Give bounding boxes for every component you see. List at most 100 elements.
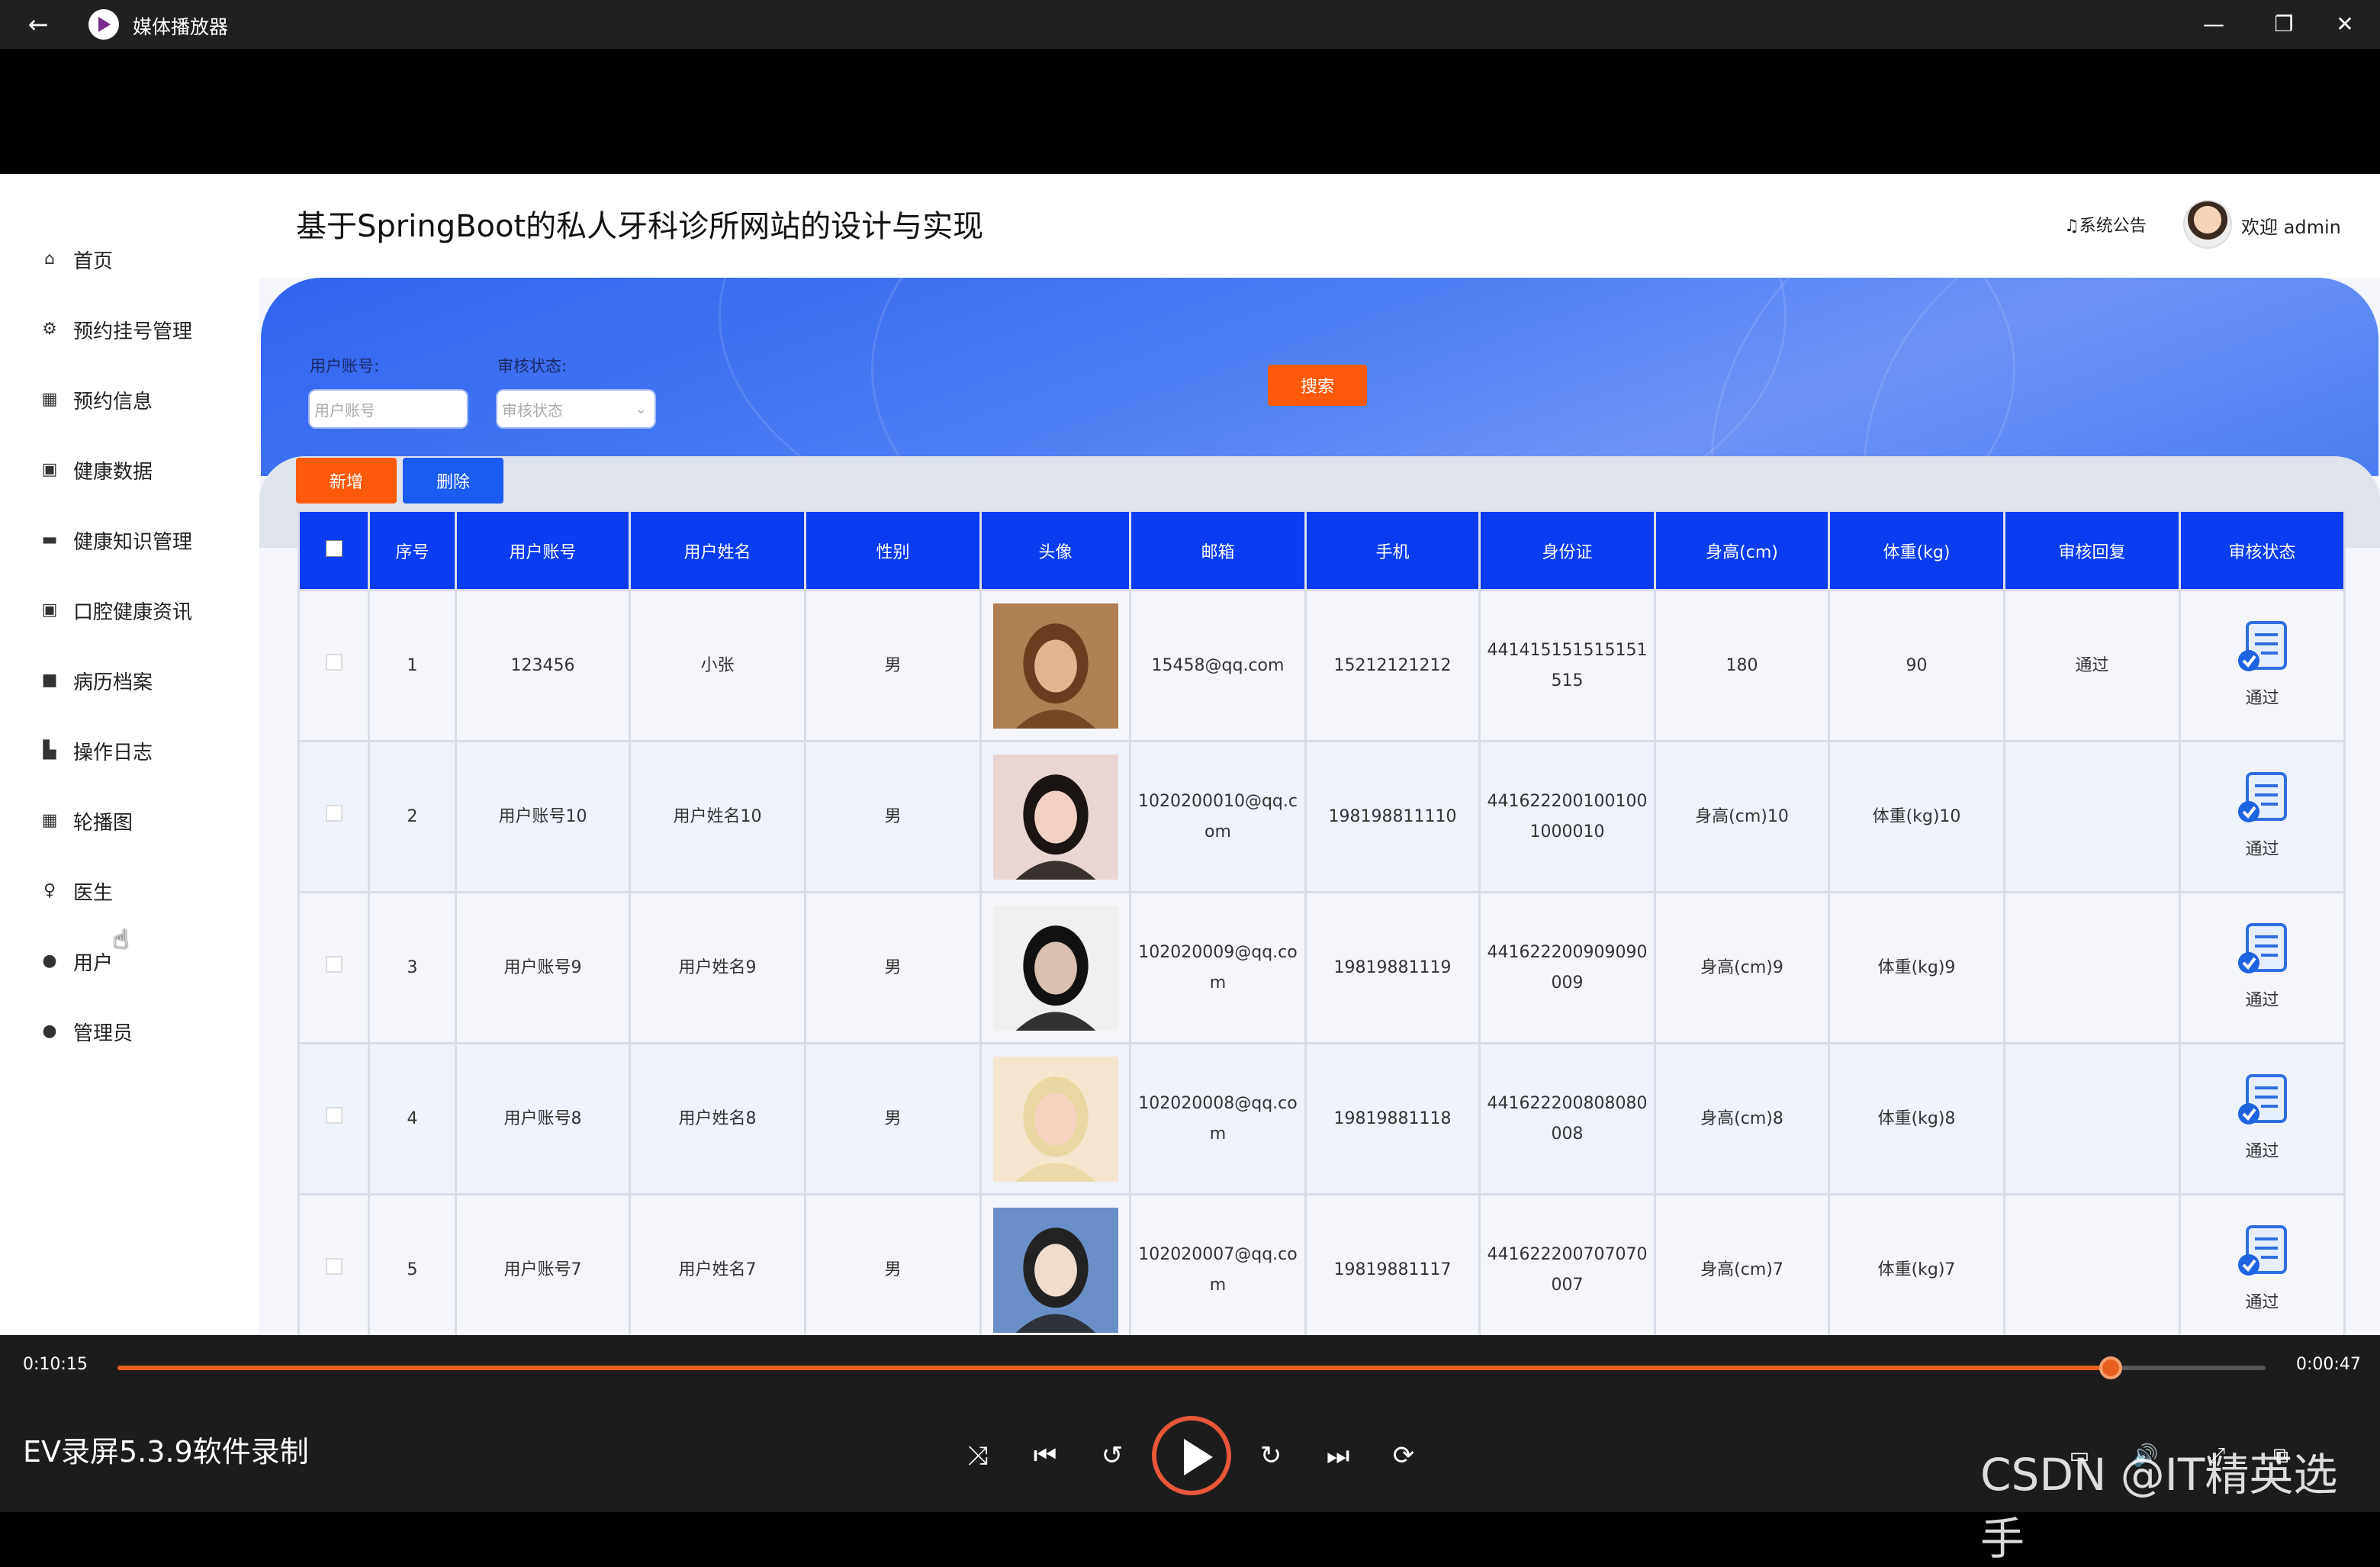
back-icon[interactable]: ← [23,11,53,38]
recorder-label: EV录屏5.3.9软件录制 [23,1435,309,1469]
row-checkbox[interactable] [325,804,343,822]
cell-weight: 90 [1828,589,2005,742]
status-text: 通过 [2245,688,2279,708]
row-checkbox[interactable] [325,955,343,973]
sidebar-item-8[interactable]: ▦ 轮播图 [40,804,133,838]
table-row[interactable]: 3 用户账号9 用户姓名9 男 102020009@qq.com 19819881119 4… [298,891,2346,1044]
table-row[interactable]: 2 用户账号10 用户姓名10 男 1020200010@qq.com 198198811… [298,740,2346,893]
sidebar-item-1[interactable]: ⚙ 预约挂号管理 [40,313,192,346]
avatar-cell [979,1042,1131,1195]
row-checkbox[interactable] [325,1106,343,1124]
table-row[interactable]: 1 123456 小张男 15458@qq.com 15212121212 4414151… [298,589,2346,742]
sidebar-item-6[interactable]: ■ 病历档案 [40,664,153,697]
cell-email: 15458@qq.com [1129,589,1307,742]
cell-email: 102020007@qq.com [1129,1193,1307,1335]
play-button[interactable] [1152,1416,1231,1495]
select-all-cell[interactable] [298,510,370,591]
row-select-cell[interactable] [298,1193,370,1335]
status-cell[interactable]: 通过 [2179,589,2346,742]
sidebar-item-label: 预约信息 [73,390,153,413]
sidebar-item-2[interactable]: ▦ 预约信息 [40,383,153,417]
avatar-photo [992,603,1118,729]
seek-bar-progress [117,1366,2111,1370]
delete-button[interactable]: 删除 [403,458,503,504]
avatar-cell [979,891,1131,1044]
sidebar-item-label: 用户 [73,951,114,975]
previous-icon[interactable]: ⏮ [1024,1434,1066,1477]
close-button[interactable]: ✕ [2322,8,2368,41]
status-text: 通过 [2245,1141,2279,1161]
row-select-cell[interactable] [298,589,370,742]
sidebar-item-label: 管理员 [73,1022,133,1045]
book-icon: ■ [41,671,58,690]
seek-bar[interactable] [117,1356,2266,1379]
cell-no: 1 [368,589,457,742]
status-cell[interactable]: 通过 [2179,891,2346,1044]
sidebar-item-0[interactable]: ⌂ 首页 [40,243,113,276]
column-header: 性别 [804,510,982,591]
sidebar-item-3[interactable]: ▣ 健康数据 [40,453,153,487]
status-cell[interactable]: 通过 [2179,1193,2346,1335]
rewind-10-icon[interactable]: ↺ [1091,1434,1134,1477]
select-all-checkbox[interactable] [325,539,343,557]
row-select-cell[interactable] [298,1042,370,1195]
status-select[interactable]: 审核状态 ⌄ [496,389,656,429]
table-row[interactable]: 5 用户账号7 用户姓名7 男 102020007@qq.com 19819881117 4… [298,1193,2346,1335]
status-cell[interactable]: 通过 [2179,1042,2346,1195]
sidebar-item-11[interactable]: ● 管理员 [40,1015,133,1048]
sidebar-item-10[interactable]: ● 用户 [40,944,113,978]
sidebar-item-5[interactable]: ▣ 口腔健康资讯 [40,594,192,627]
cell-id: 441622200808080008 [1478,1042,1656,1195]
sidebar-item-4[interactable]: ▬ 健康知识管理 [40,523,192,557]
status-text: 通过 [2245,990,2279,1010]
sidebar-item-7[interactable]: ▙ 操作日志 [40,734,153,767]
cell-account: 用户账号7 [455,1193,631,1335]
cell-gender: 男 [804,589,982,742]
cell-reply: 通过 [2003,589,2181,742]
briefcase-icon: ▣ [41,600,58,619]
cell-gender: 男 [804,1042,982,1195]
admin-avatar[interactable] [2183,200,2232,249]
cell-gender: 男 [804,1193,982,1335]
forward-30-icon[interactable]: ↻ [1250,1434,1292,1477]
sidebar-item-label: 健康知识管理 [73,530,193,554]
home-icon: ⌂ [44,249,55,269]
cell-reply [2003,891,2181,1044]
repeat-icon[interactable]: ⟳ [1382,1434,1425,1477]
sidebar-item-label: 病历档案 [73,671,153,694]
shuffle-icon[interactable]: ⤨ [957,1434,999,1477]
search-button[interactable]: 搜索 [1268,365,1367,406]
row-checkbox[interactable] [325,1257,343,1275]
page-header: 基于SpringBoot的私人牙科诊所网站的设计与实现 ♫系统公告 欢迎 adm… [259,174,2380,278]
cell-gender: 男 [804,891,982,1044]
minimize-button[interactable]: — [2191,8,2237,41]
column-header: 序号 [368,510,457,591]
row-checkbox[interactable] [325,653,343,671]
account-search-input[interactable]: 用户账号 [308,389,468,429]
sidebar-item-label: 医生 [73,881,114,905]
watermark: CSDN @IT精英选手 [1980,1449,2338,1565]
cell-id: 441622200909090009 [1478,891,1656,1044]
system-notice-link[interactable]: ♫系统公告 [2064,212,2147,236]
sidebar-item-9[interactable]: ♀ 医生 [40,874,113,908]
box-icon: ▬ [41,530,58,549]
table-row[interactable]: 4 用户账号8 用户姓名8 男 102020008@qq.com 19819881118 4… [298,1042,2346,1195]
cell-reply [2003,1042,2181,1195]
column-header: 用户账号 [455,510,631,591]
cell-id: 441622200707070007 [1478,1193,1656,1335]
box-icon: ▣ [41,460,58,479]
welcome-text: 欢迎 admin [2241,217,2341,238]
row-select-cell[interactable] [298,891,370,1044]
next-icon[interactable]: ⏭ [1317,1434,1359,1477]
row-select-cell[interactable] [298,740,370,893]
seek-handle[interactable] [2099,1356,2123,1379]
cell-gender: 男 [804,740,982,893]
maximize-button[interactable]: ❐ [2261,8,2307,41]
add-button[interactable]: 新增 [296,458,397,504]
avatar-photo [992,905,1118,1031]
cell-id: 441415151515151515 [1478,589,1656,742]
sidebar-item-label: 预约挂号管理 [73,320,193,343]
column-header: 手机 [1304,510,1481,591]
status-select-placeholder: 审核状态 [502,401,563,420]
status-cell[interactable]: 通过 [2179,740,2346,893]
